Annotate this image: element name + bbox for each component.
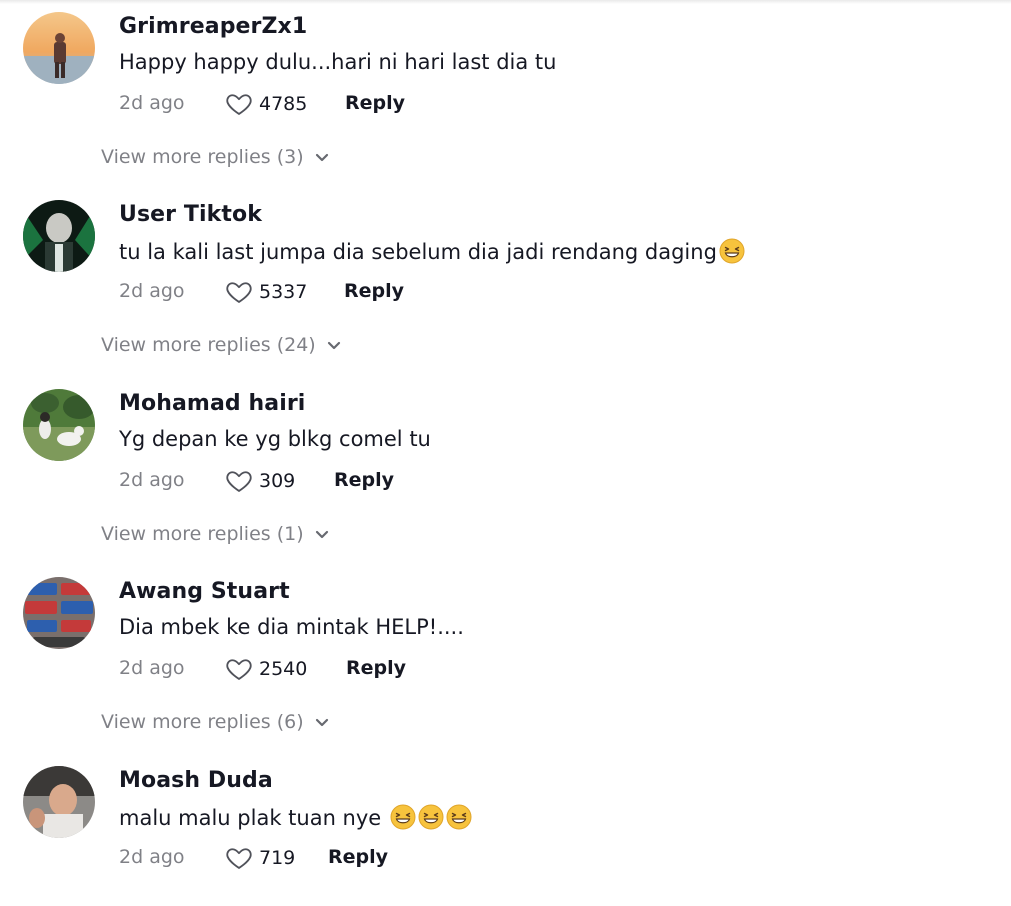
comment-text-body: Yg depan ke yg blkg comel tu <box>119 427 431 451</box>
like-button[interactable]: 5337 <box>225 278 307 306</box>
comment-text: Yg depan ke yg blkg comel tu <box>119 427 431 451</box>
heart-outline-icon <box>226 659 252 680</box>
chevron-down-icon <box>315 718 328 727</box>
comment-time: 2d ago <box>119 469 185 491</box>
comment-text: Happy happy dulu...hari ni hari last dia… <box>119 50 556 74</box>
top-shadow <box>0 0 1011 4</box>
comment-text-body: Dia mbek ke dia mintak HELP!.... <box>119 615 464 639</box>
reply-button[interactable]: Reply <box>334 469 394 491</box>
view-more-replies[interactable]: View more replies (6) <box>101 711 332 733</box>
grinning-squinting-face-icon <box>418 804 444 830</box>
comment-item: Awang Stuart Dia mbek ke dia mintak HELP… <box>0 577 1011 733</box>
comment-time: 2d ago <box>119 657 185 679</box>
comment-time: 2d ago <box>119 92 185 114</box>
grinning-squinting-face-icon <box>390 804 416 830</box>
like-button[interactable]: 719 <box>225 844 295 872</box>
view-more-replies[interactable]: View more replies (3) <box>101 146 332 168</box>
comment-text-body: tu la kali last jumpa dia sebelum dia ja… <box>119 240 717 264</box>
avatar[interactable] <box>23 389 95 461</box>
reply-button[interactable]: Reply <box>328 846 388 868</box>
avatar[interactable] <box>23 12 95 84</box>
comment-text: Dia mbek ke dia mintak HELP!.... <box>119 615 464 639</box>
chevron-down-icon <box>315 530 328 539</box>
like-button[interactable]: 309 <box>225 467 295 495</box>
like-count: 719 <box>259 847 296 869</box>
comment-item: User Tiktok tu la kali last jumpa dia se… <box>0 200 1011 356</box>
like-count: 5337 <box>259 281 308 303</box>
heart-outline-icon <box>226 282 252 303</box>
view-more-label: View more replies (1) <box>101 523 304 545</box>
comment-text-body: malu malu plak tuan nye <box>119 806 388 830</box>
comment-item: Moash Duda malu malu plak tuan nye 2d ag… <box>0 766 1011 906</box>
comment-item: GrimreaperZx1 Happy happy dulu...hari ni… <box>0 12 1011 168</box>
comment-text: tu la kali last jumpa dia sebelum dia ja… <box>119 238 745 264</box>
comment-time: 2d ago <box>119 846 185 868</box>
comment-username[interactable]: User Tiktok <box>119 202 262 227</box>
reply-button[interactable]: Reply <box>344 280 404 302</box>
avatar[interactable] <box>23 200 95 272</box>
heart-outline-icon <box>226 848 252 869</box>
chevron-down-icon <box>327 341 340 350</box>
comment-username[interactable]: Mohamad hairi <box>119 391 305 416</box>
avatar[interactable] <box>23 766 95 838</box>
view-more-label: View more replies (24) <box>101 334 316 356</box>
view-more-label: View more replies (6) <box>101 711 304 733</box>
view-more-label: View more replies (3) <box>101 146 304 168</box>
comment-text-body: Happy happy dulu...hari ni hari last dia… <box>119 50 557 74</box>
like-button[interactable]: 2540 <box>225 655 307 683</box>
reply-button[interactable]: Reply <box>345 92 405 114</box>
grinning-squinting-face-icon <box>446 804 472 830</box>
view-more-replies[interactable]: View more replies (24) <box>101 334 344 356</box>
chevron-down-icon <box>315 153 328 162</box>
comment-username[interactable]: Awang Stuart <box>119 579 290 604</box>
comment-time: 2d ago <box>119 280 185 302</box>
reply-button[interactable]: Reply <box>346 657 406 679</box>
comment-text: malu malu plak tuan nye <box>119 804 472 830</box>
comment-item: Mohamad hairi Yg depan ke yg blkg comel … <box>0 389 1011 545</box>
avatar[interactable] <box>23 577 95 649</box>
heart-outline-icon <box>226 94 252 115</box>
comment-username[interactable]: Moash Duda <box>119 768 273 793</box>
grinning-squinting-face-icon <box>719 238 745 264</box>
view-more-replies[interactable]: View more replies (1) <box>101 523 332 545</box>
comment-username[interactable]: GrimreaperZx1 <box>119 14 307 39</box>
like-button[interactable]: 4785 <box>225 90 307 118</box>
like-count: 4785 <box>259 93 308 115</box>
like-count: 2540 <box>259 658 308 680</box>
like-count: 309 <box>259 470 296 492</box>
heart-outline-icon <box>226 471 252 492</box>
